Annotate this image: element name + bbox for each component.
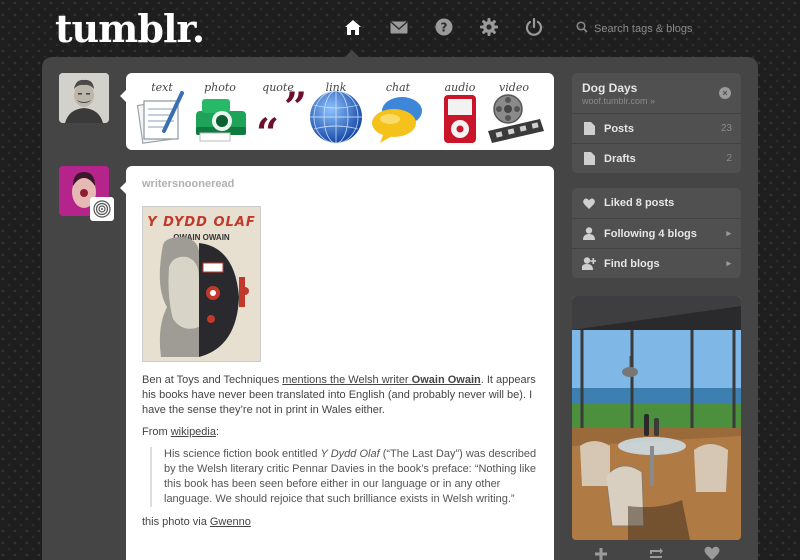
mention-link[interactable]: mentions the Welsh writer Owain Owain (282, 374, 480, 386)
heart-icon[interactable] (704, 546, 720, 560)
svg-text:”: ” (284, 89, 306, 131)
sidebar-item-label: Posts (604, 122, 634, 135)
link-post-button[interactable]: link (308, 79, 364, 144)
reblog-icon[interactable] (648, 546, 664, 560)
book-cover-author: OWAIN OWAIN (173, 233, 230, 242)
blog-header[interactable]: Dog Days woof.tumblr.com » × (572, 73, 741, 113)
post-paragraph: Ben at Toys and Techniques mentions the … (142, 373, 537, 418)
text-run: Ben at Toys and Techniques (142, 374, 283, 386)
my-avatar[interactable] (59, 73, 109, 123)
post-type-label: video (499, 81, 529, 94)
sidebar-item-following[interactable]: Following 4 blogs ▸ (572, 218, 741, 248)
video-post-button[interactable]: video (486, 79, 544, 143)
photo-source-link[interactable]: Gwenno (210, 516, 251, 528)
post-type-label: photo (204, 81, 236, 94)
dashboard-post: writersnooneread Y DYDD OLAF OWAIN OWAIN… (126, 166, 554, 560)
search-box[interactable] (576, 18, 756, 40)
sidebar-item-likes[interactable]: Liked 8 posts (572, 188, 741, 218)
book-cover-art (159, 237, 249, 357)
text-post-button[interactable]: text (134, 79, 190, 144)
radar-featured-photo[interactable] (572, 296, 741, 540)
blog-name: Dog Days (582, 80, 638, 95)
help-icon[interactable]: ? (433, 16, 455, 38)
text-post-icon (136, 91, 184, 144)
link-text: mentions the Welsh writer (282, 374, 412, 386)
post-paragraph: From wikipedia: (142, 425, 537, 440)
sidebar-item-drafts[interactable]: Drafts 2 (572, 143, 741, 173)
ipod-icon (444, 95, 476, 143)
camera-icon (196, 99, 246, 142)
post-author-name[interactable]: writersnooneread (142, 178, 234, 190)
posts-count: 23 (720, 123, 732, 134)
audio-post-button[interactable]: audio (432, 79, 488, 143)
chevron-right-icon: ▸ (726, 228, 731, 238)
add-icon[interactable] (593, 546, 609, 560)
svg-text:“: “ (256, 110, 279, 145)
post-type-label: chat (385, 81, 411, 94)
person-icon (582, 227, 596, 240)
document-icon (582, 122, 596, 135)
close-icon[interactable]: × (719, 87, 731, 99)
post-type-label: link (325, 81, 347, 94)
document-icon (582, 152, 596, 165)
text-run: From (142, 426, 171, 438)
quote-post-button[interactable]: quote ” “ (250, 79, 306, 145)
post-body: Ben at Toys and Techniques mentions the … (142, 373, 537, 537)
text-run: His science fiction book entitled (164, 448, 321, 460)
book-cover-title: Y DYDD OLAF (147, 215, 256, 230)
quote-icon: ” “ (256, 89, 306, 145)
sidebar-item-label: Find blogs (604, 257, 660, 270)
sidebar-item-label: Liked 8 posts (604, 197, 675, 209)
text-run: : (215, 426, 220, 438)
post-type-label: audio (444, 81, 476, 94)
add-person-icon (582, 257, 596, 270)
post-paragraph: this photo via Gwenno (142, 515, 537, 530)
chevron-right-icon: ▸ (726, 258, 731, 268)
activity-menu: Liked 8 posts Following 4 blogs ▸ Find b… (572, 188, 741, 278)
post-type-bar: text photo quote ” “ link chat audio vid… (126, 73, 554, 150)
drafts-count: 2 (726, 153, 732, 164)
power-icon[interactable] (523, 16, 545, 38)
gear-icon[interactable] (478, 16, 500, 38)
sidebar-item-label: Drafts (604, 152, 636, 165)
film-reel-icon (488, 94, 544, 143)
search-icon (576, 20, 588, 38)
wikipedia-link[interactable]: wikipedia (171, 426, 216, 438)
home-icon[interactable] (342, 16, 364, 38)
post-type-label: text (151, 81, 173, 94)
sidebar-item-find-blogs[interactable]: Find blogs ▸ (572, 248, 741, 278)
heart-icon (582, 198, 596, 209)
search-input[interactable] (594, 23, 744, 35)
link-text-bold: Owain Owain (411, 374, 481, 386)
sidebar-item-posts[interactable]: Posts 23 (572, 113, 741, 143)
sidebar-item-label: Following 4 blogs (604, 227, 697, 240)
post-blockquote: His science fiction book entitled Y Dydd… (150, 447, 537, 507)
text-run: this photo via (142, 516, 210, 528)
tumblr-logo[interactable]: tumblr. (55, 6, 205, 51)
chat-bubble-icon (372, 97, 422, 143)
chat-post-button[interactable]: chat (370, 79, 426, 143)
post-type-label: quote (262, 81, 294, 94)
blog-menu: Dog Days woof.tumblr.com » × Posts 23 Dr… (572, 73, 741, 173)
post-photo[interactable]: Y DYDD OLAF OWAIN OWAIN (142, 206, 261, 362)
mail-icon[interactable] (388, 16, 410, 38)
blog-url[interactable]: woof.tumblr.com » (582, 96, 741, 106)
book-title-italic: Y Dydd Olaf (320, 448, 380, 460)
active-nav-indicator (345, 50, 359, 57)
photo-post-button[interactable]: photo (192, 79, 248, 143)
reblog-source-avatar[interactable] (90, 197, 114, 221)
globe-icon (310, 90, 362, 144)
svg-text:?: ? (441, 21, 448, 35)
